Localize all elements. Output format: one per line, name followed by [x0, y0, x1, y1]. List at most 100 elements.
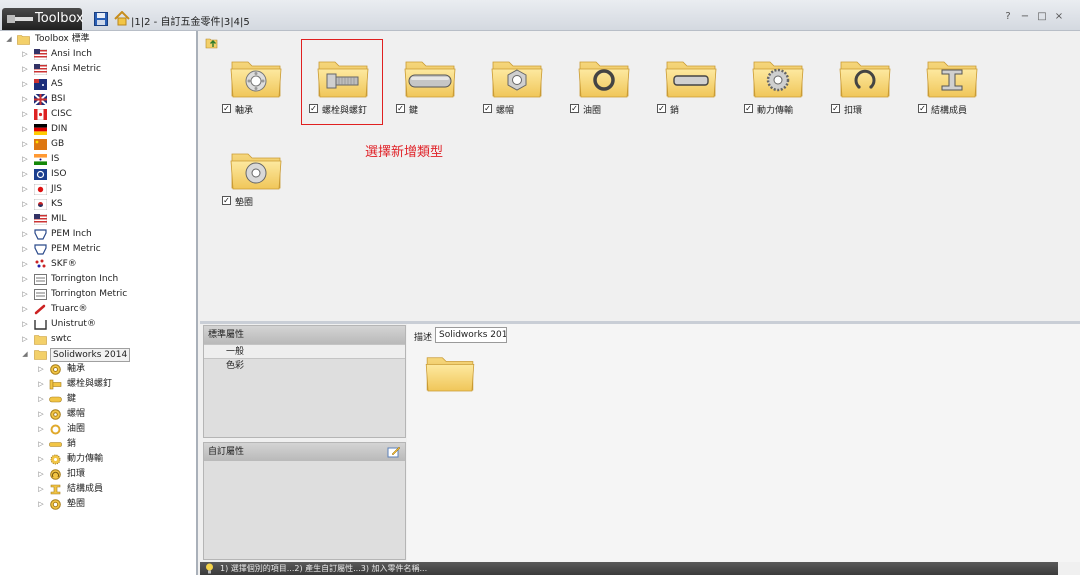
tree-item-ks[interactable]: ▷ KS — [0, 197, 196, 212]
expand-arrow-icon[interactable]: ▷ — [21, 227, 29, 242]
expand-arrow-icon[interactable]: ▷ — [37, 422, 45, 437]
tree-child-retaining-ring[interactable]: ▷ 扣環 — [0, 467, 196, 482]
tree-child-structural[interactable]: ▷ 結構成員 — [0, 482, 196, 497]
expand-arrow-icon[interactable]: ▷ — [21, 332, 29, 347]
structural-checkbox[interactable]: ✓ — [918, 104, 927, 113]
tree-item-truarc[interactable]: ▷ Truarc® — [0, 302, 196, 317]
tree-child-bolt[interactable]: ▷ 螺栓與螺釘 — [0, 377, 196, 392]
expand-arrow-icon[interactable]: ▷ — [21, 62, 29, 77]
tree-item-bsi[interactable]: ▷ BSI — [0, 92, 196, 107]
folder-retaining-ring[interactable]: ✓ 扣環 — [831, 56, 915, 136]
tree-child-washer[interactable]: ▷ 墊圈 — [0, 497, 196, 512]
expand-arrow-icon[interactable]: ▷ — [21, 257, 29, 272]
tree-item-label: IS — [51, 154, 60, 164]
breadcrumb-step-2[interactable]: 2 - 自訂五金零件 — [144, 17, 220, 28]
tree-item-jis[interactable]: ▷ JIS — [0, 182, 196, 197]
japan-flag-icon — [34, 184, 47, 195]
tree-item-ansi-metric[interactable]: ▷ Ansi Metric — [0, 62, 196, 77]
tree-child-pin[interactable]: ▷ 銷 — [0, 437, 196, 452]
expand-arrow-icon[interactable]: ▷ — [21, 317, 29, 332]
expand-arrow-icon[interactable]: ▷ — [37, 467, 45, 482]
folder-pin[interactable]: ✓ 銷 — [657, 56, 741, 136]
expand-arrow-icon[interactable]: ▷ — [37, 392, 45, 407]
tree-item-mil[interactable]: ▷ MIL — [0, 212, 196, 227]
expand-arrow-icon[interactable]: ▷ — [21, 92, 29, 107]
save-icon[interactable] — [94, 12, 108, 26]
prop-row-general[interactable]: 一般 — [204, 344, 405, 359]
tree-item-pem-metric[interactable]: ▷ PEM Metric — [0, 242, 196, 257]
tree-item-gb[interactable]: ▷ GB — [0, 137, 196, 152]
tree-item-is[interactable]: ▷ IS — [0, 152, 196, 167]
folder-key[interactable]: ✓ 鍵 — [396, 56, 480, 136]
description-input[interactable] — [435, 327, 507, 343]
app-tab[interactable]: Toolbox — [2, 8, 84, 30]
expand-arrow-icon[interactable]: ▷ — [21, 212, 29, 227]
expand-arrow-icon[interactable]: ▷ — [21, 137, 29, 152]
tree-item-as[interactable]: ▷ AS — [0, 77, 196, 92]
expand-arrow-icon[interactable]: ▷ — [21, 272, 29, 287]
tree-child-power-transmission[interactable]: ▷ 動力傳輸 — [0, 452, 196, 467]
tree-item-cisc[interactable]: ▷ CISC — [0, 107, 196, 122]
tree-item-torrington-metric[interactable]: ▷ Torrington Metric — [0, 287, 196, 302]
key-checkbox[interactable]: ✓ — [396, 104, 405, 113]
tree-item-solidworks-2014[interactable]: ◢ Solidworks 2014 — [0, 347, 196, 362]
expand-arrow-icon[interactable]: ▷ — [37, 377, 45, 392]
expand-arrow-icon[interactable]: ▷ — [37, 452, 45, 467]
tree-item-skf[interactable]: ▷ SKF® — [0, 257, 196, 272]
tree-item-pem-inch[interactable]: ▷ PEM Inch — [0, 227, 196, 242]
expand-arrow-icon[interactable]: ▷ — [37, 497, 45, 512]
tree-item-ansi-inch[interactable]: ▷ Ansi Inch — [0, 47, 196, 62]
edit-properties-icon[interactable] — [387, 445, 401, 458]
oring-checkbox[interactable]: ✓ — [570, 104, 579, 113]
pin-checkbox[interactable]: ✓ — [657, 104, 666, 113]
retaining-ring-checkbox[interactable]: ✓ — [831, 104, 840, 113]
close-button[interactable]: × — [1054, 12, 1064, 22]
up-folder-icon[interactable] — [205, 36, 218, 49]
expand-arrow-icon[interactable]: ▷ — [21, 197, 29, 212]
expand-arrow-icon[interactable]: ▷ — [37, 437, 45, 452]
tree-child-nut[interactable]: ▷ 螺帽 — [0, 407, 196, 422]
folder-nut[interactable]: ✓ 螺帽 — [483, 56, 567, 136]
expand-arrow-icon[interactable]: ▷ — [21, 302, 29, 317]
prop-row-color[interactable]: 色彩 — [204, 359, 405, 374]
folder-washer[interactable]: ✓ 墊圈 — [222, 148, 306, 228]
tree-item-torrington-inch[interactable]: ▷ Torrington Inch — [0, 272, 196, 287]
expand-arrow-icon[interactable]: ▷ — [37, 482, 45, 497]
maximize-button[interactable]: □ — [1037, 12, 1047, 22]
expand-arrow-icon[interactable]: ▷ — [37, 407, 45, 422]
tree-item-unistrut[interactable]: ▷ Unistrut® — [0, 317, 196, 332]
home-icon[interactable] — [114, 11, 130, 26]
expand-arrow-icon[interactable]: ▷ — [21, 182, 29, 197]
washer-checkbox[interactable]: ✓ — [222, 196, 231, 205]
expand-arrow-icon[interactable]: ▷ — [21, 77, 29, 92]
tree-item-label: swtc — [51, 334, 72, 344]
nut-checkbox[interactable]: ✓ — [483, 104, 492, 113]
tree-child-oring[interactable]: ▷ 油圈 — [0, 422, 196, 437]
tree-item-swtc[interactable]: ▷ swtc — [0, 332, 196, 347]
help-button[interactable]: ? — [1003, 12, 1013, 22]
expand-arrow-icon[interactable]: ▷ — [21, 287, 29, 302]
minimize-button[interactable]: − — [1020, 12, 1030, 22]
tree-item-din[interactable]: ▷ DIN — [0, 122, 196, 137]
power-transmission-checkbox[interactable]: ✓ — [744, 104, 753, 113]
folder-structural[interactable]: ✓ 結構成員 — [918, 56, 1002, 136]
expand-arrow-icon[interactable]: ▷ — [21, 122, 29, 137]
breadcrumb-step-5[interactable]: 5 — [243, 17, 249, 28]
collapse-arrow-icon[interactable]: ◢ — [5, 32, 13, 47]
expand-arrow-icon[interactable]: ▷ — [21, 242, 29, 257]
collapse-arrow-icon[interactable]: ◢ — [21, 347, 29, 362]
tree-root[interactable]: ◢ Toolbox 標準 — [0, 32, 196, 47]
expand-arrow-icon[interactable]: ▷ — [21, 167, 29, 182]
expand-arrow-icon[interactable]: ▷ — [21, 47, 29, 62]
folder-bearing[interactable]: ✓ 軸承 — [222, 56, 306, 136]
folder-oring[interactable]: ✓ 油圈 — [570, 56, 654, 136]
tree-child-bearing[interactable]: ▷ 軸承 — [0, 362, 196, 377]
expand-arrow-icon[interactable]: ▷ — [21, 152, 29, 167]
folder-power-transmission[interactable]: ✓ 動力傳輸 — [744, 56, 828, 136]
expand-arrow-icon[interactable]: ▷ — [21, 107, 29, 122]
tree-item-iso[interactable]: ▷ ISO — [0, 167, 196, 182]
bearing-checkbox[interactable]: ✓ — [222, 104, 231, 113]
tree-child-key[interactable]: ▷ 鍵 — [0, 392, 196, 407]
beam-icon — [50, 484, 61, 495]
expand-arrow-icon[interactable]: ▷ — [37, 362, 45, 377]
